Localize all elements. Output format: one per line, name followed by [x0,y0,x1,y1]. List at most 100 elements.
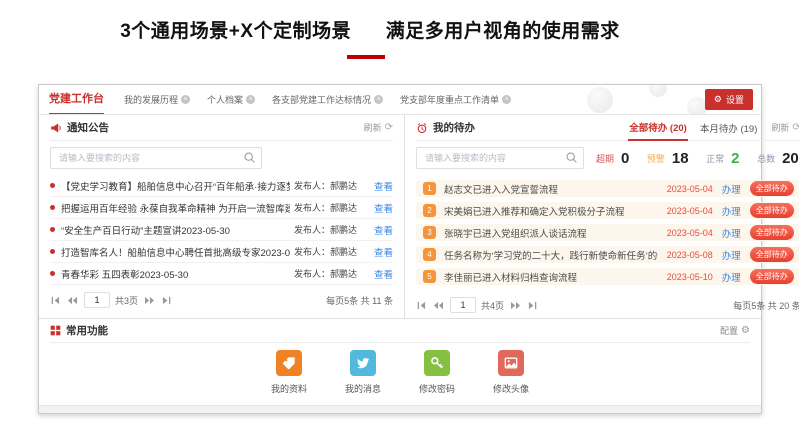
image-icon [504,356,518,370]
magnifier-icon [243,151,256,164]
tag-icon [282,356,296,370]
last-page-button[interactable] [161,296,172,305]
todos-panel: 我的待办 全部待办 (20) 本月待办 (19) 刷新 ⟳ [405,115,799,318]
close-icon[interactable]: × [181,95,190,104]
notices-panel: 通知公告 刷新 ⟳ 【党史学习教育】船舶信息中心召开“百年船承·接力逐梦”五四青… [39,115,405,318]
bullet-dot-icon [50,227,55,232]
stat-value: 0 [621,150,629,167]
todo-title: 张晓宇已进入党组织派人谈话流程 [444,226,658,240]
stat-label: 正常 [706,152,724,165]
todo-row: 5 李佳丽已进入材料归档查询流程 2023-05-10 办理 全部待办 [416,268,799,285]
tab-branch-standards[interactable]: 各支部党建工作达标情况 × [272,93,383,106]
notice-title: 青春华彩 五四表彰2023-05-30 [61,267,290,281]
bullet-dot-icon [50,183,55,188]
handle-link[interactable]: 办理 [722,248,741,262]
stat-value: 20 [782,150,799,167]
quick-tile-my-profile[interactable]: 我的资料 [266,350,312,395]
last-page-button[interactable] [527,301,538,310]
quick-tile-change-password[interactable]: 修改密码 [414,350,460,395]
close-icon[interactable]: × [502,95,511,104]
close-icon[interactable]: × [374,95,383,104]
notice-publisher: 发布人：郝鹏达 [294,267,370,280]
prev-page-button[interactable] [432,301,445,310]
quick-tile-my-messages[interactable]: 我的消息 [340,350,386,395]
settings-label: 设置 [726,93,744,106]
notice-row: 青春华彩 五四表彰2023-05-30 发布人：郝鹏达 查看 [50,263,393,285]
stat-label: 预警 [647,152,665,165]
alarm-clock-icon [416,122,428,134]
todo-row: 3 张晓宇已进入党组织派人谈话流程 2023-05-04 办理 全部待办 [416,224,799,241]
todos-search-input[interactable] [416,147,584,169]
todos-pagination: 共4页 每页5条 共 20 条 [416,290,799,320]
title-underline [347,55,385,59]
tab-all-todos[interactable]: 全部待办 (20) [628,115,688,141]
decorative-circle [587,87,613,113]
handle-link[interactable]: 办理 [722,270,741,284]
quick-tiles: 我的资料 我的消息 修改密码 修改头像 [50,350,750,395]
todo-row: 1 赵志文已进入入党宣誓流程 2023-05-04 办理 全部待办 [416,180,799,197]
window-footer-strip [39,405,761,413]
notices-title: 通知公告 [67,120,109,135]
close-icon[interactable]: × [246,95,255,104]
view-link[interactable]: 查看 [374,267,393,281]
gear-icon: ⚙ [714,95,722,104]
refresh-label: 刷新 [771,121,789,134]
notices-list: 【党史学习教育】船舶信息中心召开“百年船承·接力逐梦”五四青年座谈会202...… [50,175,393,285]
window-header: 党建工作台 我的发展历程 × 个人档案 × 各支部党建工作达标情况 × 党支部年… [39,85,761,115]
view-link[interactable]: 查看 [374,179,393,193]
todo-row: 4 任务名称为‘学习党的二十大，践行新使命新任务’的任务需要处理 2023-05… [416,246,799,263]
refresh-label: 刷新 [364,121,382,134]
todos-refresh-button[interactable]: 刷新 ⟳ [771,121,799,134]
handle-link[interactable]: 办理 [722,226,741,240]
next-page-button[interactable] [509,301,522,310]
tab-annual-worklist[interactable]: 党支部年度重点工作清单 × [400,93,511,106]
settings-button[interactable]: ⚙ 设置 [705,89,753,110]
magnifier-icon [565,151,578,164]
notice-row: 把握运用百年经验 永葆自我革命精神 为开启一流智库建设新局面提供坚强保... 发… [50,197,393,219]
handle-link[interactable]: 办理 [722,182,741,196]
view-link[interactable]: 查看 [374,201,393,215]
view-link[interactable]: 查看 [374,223,393,237]
page-number-input[interactable] [84,292,110,308]
next-page-button[interactable] [143,296,156,305]
notices-search-input[interactable] [50,147,262,169]
todo-date: 2023-05-08 [667,250,713,260]
todo-category-badge: 全部待办 [750,269,794,284]
megaphone-icon [50,122,62,134]
tab-label: 各支部党建工作达标情况 [272,93,371,106]
config-button[interactable]: 配置 ⚙ [720,324,750,337]
grid-icon [50,325,61,336]
first-page-button[interactable] [416,301,427,310]
todo-date: 2023-05-04 [667,228,713,238]
stat-warning: 预警 18 [645,150,691,167]
notice-row: “安全生产百日行动”主题宣讲2023-05-30 发布人：郝鹏达 查看 [50,219,393,241]
notice-title: “安全生产百日行动”主题宣讲2023-05-30 [61,223,290,237]
notice-row: 打造智库名人！船舶信息中心聘任首批高级专家2023-05-30 发布人：郝鹏达 … [50,241,393,263]
view-link[interactable]: 查看 [374,245,393,259]
quick-tile-change-avatar[interactable]: 修改头像 [488,350,534,395]
tab-party-workbench[interactable]: 党建工作台 [49,85,104,115]
todo-date: 2023-05-04 [667,184,713,194]
tab-personal-file[interactable]: 个人档案 × [207,93,255,106]
tab-label: 我的发展历程 [124,93,178,106]
panels-row: 通知公告 刷新 ⟳ 【党史学习教育】船舶信息中心召开“百年船承·接力逐梦”五四青… [39,115,761,319]
prev-page-button[interactable] [66,296,79,305]
stat-label: 超期 [596,152,614,165]
twitter-bird-icon [356,356,370,370]
todo-stats: 超期 0 预警 18 正常 2 总数 20 [594,150,799,167]
key-icon [430,356,444,370]
notices-refresh-button[interactable]: 刷新 ⟳ [364,121,393,134]
first-page-button[interactable] [50,296,61,305]
notice-title: 打造智库名人！船舶信息中心聘任首批高级专家2023-05-30 [61,245,290,259]
page-number-input[interactable] [450,297,476,313]
quick-functions-panel: 常用功能 配置 ⚙ 我的资料 我的消息 [39,319,761,405]
notice-title: 把握运用百年经验 永葆自我革命精神 为开启一流智库建设新局面提供坚强保... [61,201,290,215]
tab-my-development[interactable]: 我的发展历程 × [124,93,190,106]
total-pages-label: 共3页 [115,294,138,307]
todo-date: 2023-05-10 [667,272,713,282]
quick-tile-label: 我的资料 [266,382,312,395]
todos-title-wrap: 我的待办 [416,120,475,135]
tab-month-todos[interactable]: 本月待办 (19) [700,121,758,135]
stat-overdue: 超期 0 [594,150,631,167]
handle-link[interactable]: 办理 [722,204,741,218]
